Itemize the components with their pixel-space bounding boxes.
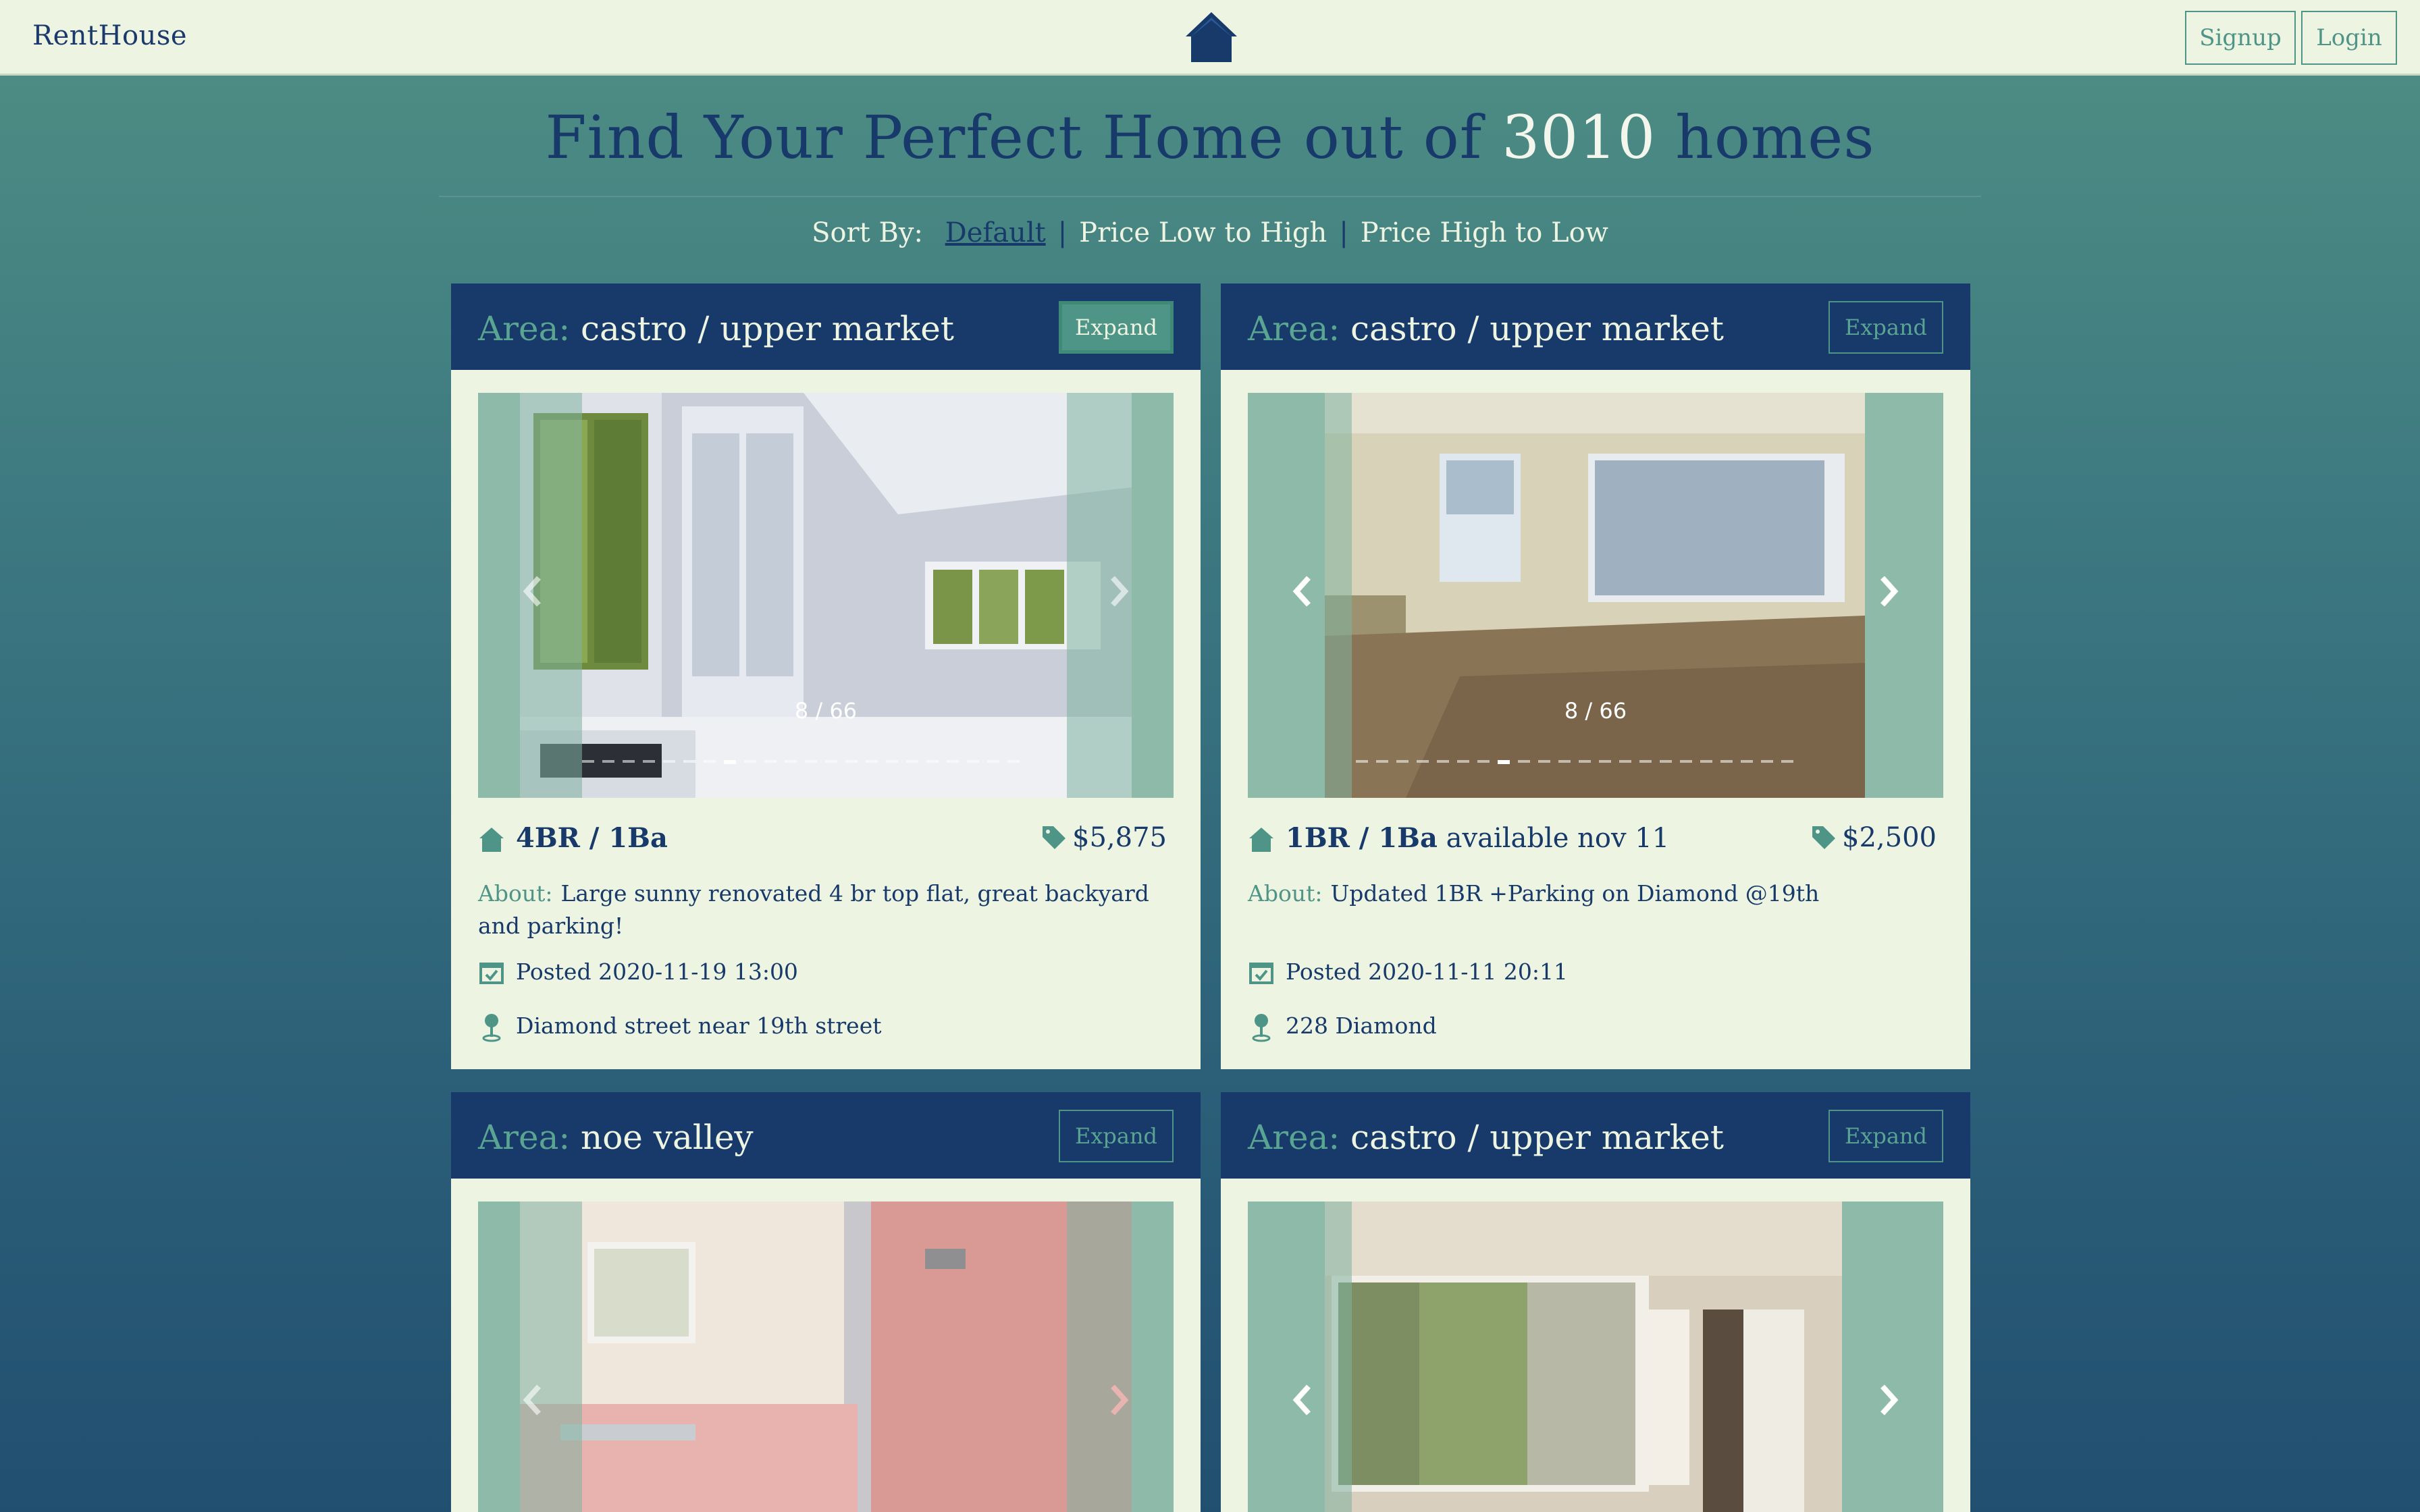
about-value: Large sunny renovated 4 br top flat, gre… xyxy=(478,880,1149,939)
area-value: castro / upper market xyxy=(1350,1118,1724,1157)
listing-card: Area: castro / upper market Expand 8 / 6… xyxy=(1221,284,1970,1069)
area-label: Area: xyxy=(478,1118,571,1157)
photo-carousel[interactable]: 8 / 66 xyxy=(478,393,1174,798)
chevron-left-icon[interactable] xyxy=(1288,571,1315,612)
carousel-next-zone xyxy=(1842,1202,1943,1512)
price-tag-icon xyxy=(1043,826,1066,849)
calendar-icon xyxy=(1249,963,1273,984)
posted-date: Posted 2020-11-11 20:11 xyxy=(1286,959,1568,985)
title-prefix: Find Your Perfect Home out of xyxy=(545,103,1502,172)
about-value: Updated 1BR +Parking on Diamond @19th xyxy=(1330,880,1820,907)
posted-date: Posted 2020-11-19 13:00 xyxy=(516,959,798,985)
photo-counter: 8 / 66 xyxy=(1564,698,1627,724)
area-value: noe valley xyxy=(581,1118,754,1157)
bed-bath-value: 4BR / 1Ba xyxy=(516,822,668,854)
signup-button[interactable]: Signup xyxy=(2185,11,2296,65)
expand-button[interactable]: Expand xyxy=(1059,1110,1174,1162)
sort-separator: | xyxy=(1057,217,1068,248)
photo-carousel[interactable]: 8 / 66 xyxy=(1248,393,1943,798)
photo-counter: 8 / 66 xyxy=(794,698,858,724)
price: $5,875 xyxy=(1041,822,1167,853)
bed-bath-note: available nov 11 xyxy=(1437,823,1670,854)
carousel-next-zone xyxy=(1067,1202,1174,1512)
sort-option-price-high-low[interactable]: Price High to Low xyxy=(1361,217,1608,248)
calendar-icon xyxy=(479,963,504,984)
listing-card: Area: noe valley Expand xyxy=(451,1092,1201,1512)
chevron-right-icon[interactable] xyxy=(1876,1380,1903,1420)
listing-card: Area: castro / upper market Expand xyxy=(1221,1092,1970,1512)
listing-card: Area: castro / upper market Expand 8 / 6 xyxy=(451,284,1201,1069)
price-value: $2,500 xyxy=(1842,822,1937,853)
carousel-prev-zone xyxy=(1248,1202,1352,1512)
sort-bar: Sort By: Default | Price Low to High | Price… xyxy=(0,217,2420,248)
top-navbar: RentHouse Signup Login xyxy=(0,0,2420,76)
listing-photo xyxy=(520,393,1132,798)
card-header: Area: castro / upper market Expand xyxy=(1221,284,1970,370)
card-header: Area: noe valley Expand xyxy=(451,1092,1201,1179)
area-label: Area: xyxy=(1248,309,1340,348)
chevron-left-icon[interactable] xyxy=(519,1380,546,1420)
bed-bath: 1BR / 1Ba available nov 11 xyxy=(1286,822,1669,854)
map-pin-icon xyxy=(482,1014,501,1042)
brand-logo-text[interactable]: RentHouse xyxy=(32,20,187,51)
listing-summary: 1BR / 1Ba available nov 11 $2,500 xyxy=(1248,822,1943,860)
chevron-right-icon[interactable] xyxy=(1876,571,1903,612)
expand-button[interactable]: Expand xyxy=(1829,1110,1943,1162)
house-icon xyxy=(1249,828,1273,852)
home-count: 3010 xyxy=(1502,103,1656,172)
about-label: About: xyxy=(1248,880,1323,907)
carousel-indicators[interactable] xyxy=(582,760,1020,764)
photo-carousel[interactable] xyxy=(478,1202,1174,1512)
price-tag-icon xyxy=(1812,826,1836,849)
bed-bath-value: 1BR / 1Ba xyxy=(1286,822,1438,854)
sort-option-default[interactable]: Default xyxy=(945,217,1046,248)
location: Diamond street near 19th street xyxy=(516,1013,882,1039)
listing-photo xyxy=(1325,393,1865,798)
card-header: Area: castro / upper market Expand xyxy=(451,284,1201,370)
carousel-prev-zone xyxy=(478,1202,582,1512)
expand-button[interactable]: Expand xyxy=(1829,301,1943,354)
divider xyxy=(439,196,1981,197)
price-value: $5,875 xyxy=(1072,822,1167,853)
chevron-right-icon[interactable] xyxy=(1106,571,1133,612)
map-pin-icon xyxy=(1252,1014,1271,1042)
chevron-right-icon[interactable] xyxy=(1106,1380,1133,1420)
bed-bath: 4BR / 1Ba xyxy=(516,822,668,854)
card-header: Area: castro / upper market Expand xyxy=(1221,1092,1970,1179)
home-icon[interactable] xyxy=(1183,9,1240,65)
price: $2,500 xyxy=(1811,822,1937,853)
listing-summary: 4BR / 1Ba $5,875 xyxy=(478,822,1174,860)
about-text: About: Updated 1BR +Parking on Diamond @1… xyxy=(1248,878,1930,910)
about-label: About: xyxy=(478,880,553,907)
listing-photo xyxy=(1325,1202,1842,1512)
listing-photo xyxy=(520,1202,1132,1512)
title-suffix: homes xyxy=(1656,103,1875,172)
page-title: Find Your Perfect Home out of 3010 homes xyxy=(0,103,2420,172)
photo-carousel[interactable] xyxy=(1248,1202,1943,1512)
chevron-left-icon[interactable] xyxy=(1288,1380,1315,1420)
chevron-left-icon[interactable] xyxy=(519,571,546,612)
area-value: castro / upper market xyxy=(581,309,954,348)
about-text: About: Large sunny renovated 4 br top fla… xyxy=(478,878,1160,942)
area-label: Area: xyxy=(1248,1118,1340,1157)
login-button[interactable]: Login xyxy=(2301,11,2397,65)
house-icon xyxy=(479,828,504,852)
sort-separator: | xyxy=(1339,217,1348,248)
area-label: Area: xyxy=(478,309,571,348)
sort-option-price-low-high[interactable]: Price Low to High xyxy=(1079,217,1327,248)
location: 228 Diamond xyxy=(1286,1013,1437,1039)
expand-button[interactable]: Expand xyxy=(1059,301,1174,354)
sort-label: Sort By: xyxy=(812,217,923,248)
carousel-indicators[interactable] xyxy=(1356,760,1793,764)
area-value: castro / upper market xyxy=(1350,309,1724,348)
